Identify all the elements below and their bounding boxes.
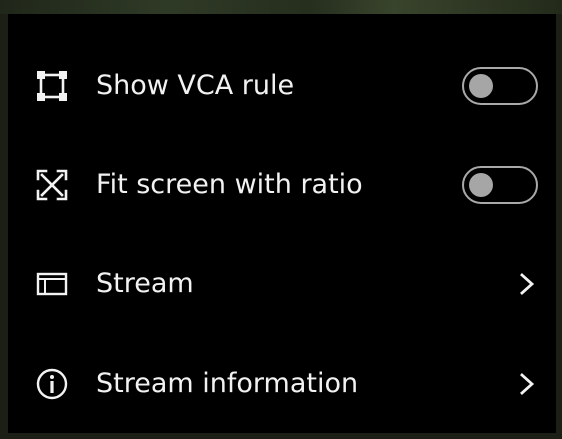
menu-item-stream[interactable]: Stream [8, 232, 556, 336]
toggle-knob [469, 173, 493, 197]
fit-screen-with-ratio-toggle[interactable] [462, 166, 538, 204]
menu-item-fit-screen-with-ratio[interactable]: Fit screen with ratio [8, 133, 556, 237]
menu-item-stream-information[interactable]: Stream information [8, 332, 556, 436]
menu-item-label: Stream [96, 268, 194, 299]
menu-item-show-vca-rule[interactable]: Show VCA rule [8, 34, 556, 138]
stream-icon [34, 266, 70, 302]
show-vca-rule-toggle[interactable] [462, 67, 538, 105]
menu-item-label: Show VCA rule [96, 70, 295, 101]
fit-screen-icon [34, 167, 70, 203]
menu-item-label: Stream information [96, 368, 359, 399]
chevron-right-icon [516, 270, 538, 298]
video-backdrop [0, 0, 562, 14]
chevron-right-icon [516, 370, 538, 398]
menu-item-label: Fit screen with ratio [96, 169, 363, 200]
vca-rule-icon [34, 68, 70, 104]
info-icon [34, 366, 70, 402]
toggle-knob [469, 74, 493, 98]
player-settings-menu: Show VCA rule Fit screen with ratio Stre… [8, 14, 556, 433]
